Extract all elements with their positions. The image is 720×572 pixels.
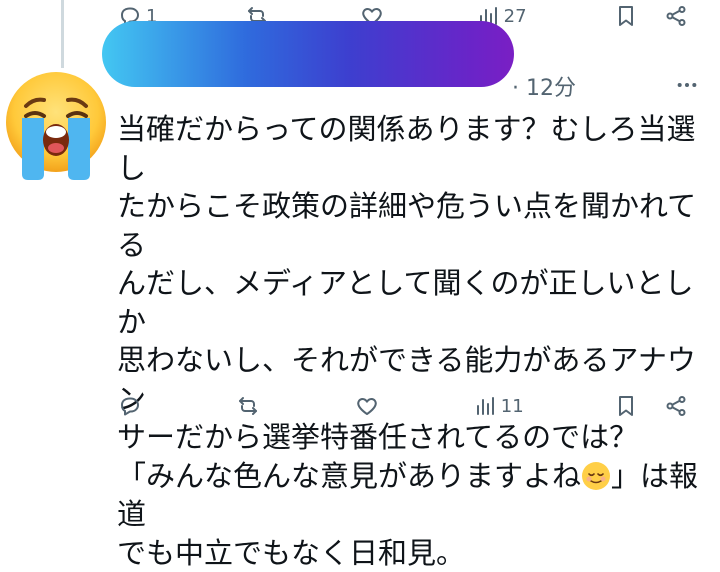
like-button[interactable] bbox=[355, 394, 383, 418]
tweet-text-line: 当確だからっての関係あります？むしろ当選し bbox=[117, 112, 696, 185]
reply-button[interactable] bbox=[118, 394, 146, 418]
reply-action-bar: 11 bbox=[118, 386, 688, 426]
heart-icon bbox=[356, 398, 377, 415]
retweet-button[interactable] bbox=[236, 394, 264, 418]
view-count: 27 bbox=[503, 5, 527, 27]
more-icon[interactable] bbox=[676, 74, 698, 96]
share-button[interactable] bbox=[664, 4, 688, 28]
tweet-text: 当確だからっての関係あります？むしろ当選し たからこそ政策の詳細や危うい点を聞か… bbox=[117, 110, 702, 572]
retweet-icon bbox=[239, 397, 258, 415]
bookmark-button[interactable] bbox=[614, 4, 638, 28]
share-button[interactable] bbox=[664, 394, 688, 418]
thread-connector-line bbox=[61, 0, 64, 68]
tweet-text-line: たからこそ政策の詳細や危うい点を聞かれてる bbox=[117, 189, 697, 262]
tweet-text-line: んだし、メディアとして聞くのが正しいとしか bbox=[117, 266, 694, 339]
tweet-text-line: 「みんな色んな意見がありますよね bbox=[117, 458, 582, 493]
view-count: 11 bbox=[500, 395, 524, 417]
relieved-face-emoji-icon bbox=[582, 461, 611, 490]
avatar[interactable] bbox=[2, 70, 110, 182]
views-icon bbox=[476, 397, 494, 415]
bookmark-button[interactable] bbox=[614, 394, 638, 418]
reply-icon bbox=[121, 397, 139, 416]
bottom-right-actions bbox=[614, 394, 688, 418]
top-right-actions bbox=[614, 4, 688, 28]
bookmark-icon bbox=[618, 396, 633, 416]
post-timestamp[interactable]: · 12分 bbox=[512, 70, 576, 102]
share-icon bbox=[666, 6, 686, 26]
tweet-text-line: でも中立でもなく日和見。 bbox=[117, 535, 466, 570]
views-button[interactable]: 11 bbox=[473, 394, 524, 418]
redacted-username bbox=[102, 21, 514, 87]
share-icon bbox=[666, 396, 686, 416]
bookmark-icon bbox=[618, 6, 633, 26]
